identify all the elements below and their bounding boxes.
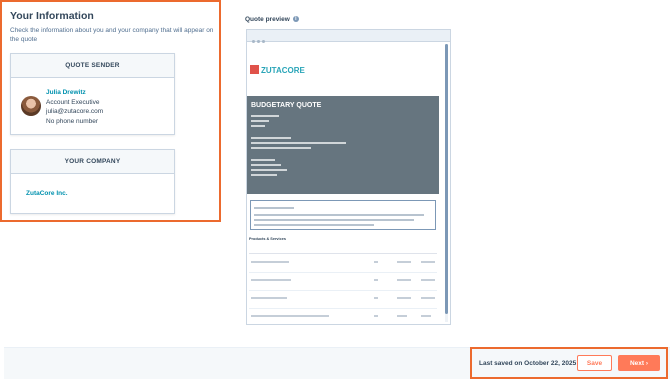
doc-text-line [254,214,424,216]
project-description-box [250,200,436,230]
doc-text-line [251,115,279,117]
table-row [249,310,437,324]
doc-text-line [374,297,378,299]
next-label: Next [629,359,645,367]
doc-text-line [421,315,431,317]
last-saved-text: Last saved on October 22, 2025 [479,360,577,367]
save-button[interactable]: Save [577,355,612,371]
chevron-right-icon: › [645,359,649,367]
doc-text-line [254,219,414,221]
doc-text-line [374,315,378,317]
doc-text-line [251,120,269,122]
doc-text-line [397,315,407,317]
table-row [249,292,437,309]
info-icon[interactable]: i [292,16,299,23]
window-dot-icon [262,40,265,43]
quote-editor: Your Information Check the information a… [0,0,670,382]
avatar [21,96,41,116]
doc-text-line [421,279,435,281]
sender-details: Julia Drewitz Account Executive julia@zu… [46,88,103,126]
doc-text-line [397,261,411,263]
quote-sender-header: QUOTE SENDER [11,54,174,78]
company-logo: ZUTACORE [250,65,305,75]
preview-window-bar [247,30,450,43]
doc-text-line [254,224,374,226]
your-information-panel: Your Information Check the information a… [0,0,221,222]
window-dot-icon [257,40,260,43]
doc-text-line [251,174,277,176]
products-services-label: Products & Services [249,237,286,241]
doc-text-line [251,261,289,263]
doc-text-line [251,164,281,166]
your-company-header: YOUR COMPANY [11,150,174,174]
doc-text-line [251,142,346,144]
doc-text-line [421,261,435,263]
doc-text-line [251,159,275,161]
doc-text-line [251,125,265,127]
your-company-card[interactable]: YOUR COMPANY ZutaCore Inc. [10,149,175,214]
doc-text-line [374,261,378,263]
doc-text-line [397,279,411,281]
sender-phone: No phone number [46,117,99,125]
doc-text-line [251,147,311,149]
quote-document-header: BUDGETARY QUOTE [247,96,439,194]
quote-sender-card[interactable]: QUOTE SENDER Julia Drewitz Account Execu… [10,53,175,135]
products-table-header [249,247,437,254]
logo-text: ZUTACORE [261,66,305,75]
doc-text-line [251,315,329,317]
sender-email: julia@zutacore.com [46,108,104,115]
table-row [249,256,437,273]
window-dot-icon [252,40,255,43]
quote-document-title: BUDGETARY QUOTE [251,102,322,109]
doc-text-line [251,279,291,281]
sender-name[interactable]: Julia Drewitz [46,88,103,98]
doc-text-line [251,169,287,171]
scrollbar-thumb[interactable] [445,44,448,314]
quote-preview-frame[interactable]: ZUTACORE BUDGETARY QUOTE Products & Serv… [246,29,451,325]
doc-text-line [251,137,291,139]
info-title: Your Information [10,10,94,22]
doc-text-line [374,279,378,281]
sender-role: Account Executive [46,98,100,106]
doc-text-line [421,297,435,299]
doc-text-line [397,297,411,299]
quote-preview-title: Quote preview [245,16,290,23]
doc-text-line [254,207,294,209]
quote-preview-label: Quote preview i [245,16,299,23]
preview-scrollbar[interactable] [445,44,448,322]
next-button[interactable]: Next › [618,355,660,371]
info-description: Check the information about you and your… [10,27,214,43]
zutacore-logo-icon [250,65,259,74]
doc-text-line [251,297,287,299]
table-row [249,274,437,291]
company-name[interactable]: ZutaCore Inc. [26,190,68,197]
